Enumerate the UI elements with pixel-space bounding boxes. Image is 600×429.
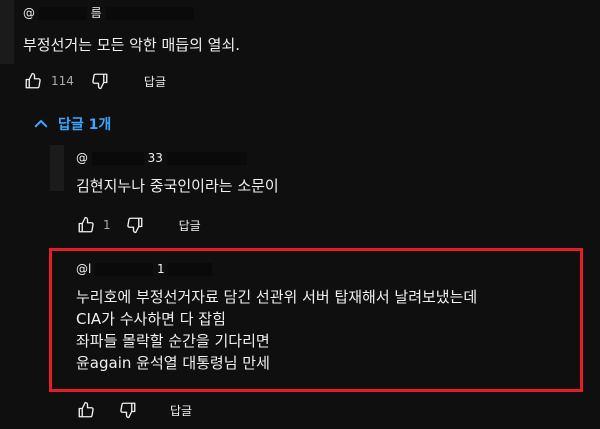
thumbs-down-icon[interactable] xyxy=(125,215,145,235)
thumbs-up-icon[interactable] xyxy=(76,400,96,420)
replies-toggle-label: 답글 1개 xyxy=(58,117,112,133)
reply-author[interactable]: @ 33 xyxy=(76,151,247,165)
author-prefix: @l xyxy=(76,262,92,276)
reply-text: 누리호에 부정선거자료 담긴 선관위 서버 탑재해서 날려보냈는데 CIA가 수… xyxy=(76,286,477,374)
thumbs-down-icon[interactable] xyxy=(118,400,138,420)
reply-actions: 답글 xyxy=(76,400,192,420)
comment-actions: 114 답글 xyxy=(23,71,166,91)
reply-button[interactable]: 답글 xyxy=(179,217,201,234)
reply-text: 김현지누나 중국인이라는 소문이 xyxy=(76,177,279,195)
like-count: 114 xyxy=(51,74,74,88)
reply-line: 누리호에 부정선거자료 담긴 선관위 서버 탑재해서 날려보냈는데 xyxy=(76,288,478,306)
thumbs-down-icon[interactable] xyxy=(90,71,110,91)
chevron-up-icon xyxy=(32,115,50,133)
author-suffix: 1 xyxy=(157,262,165,276)
reply-button[interactable]: 답글 xyxy=(144,73,166,90)
thumbs-up-icon[interactable] xyxy=(23,71,43,91)
avatar[interactable] xyxy=(0,0,14,64)
thumbs-up-icon[interactable] xyxy=(76,215,96,235)
redacted-time xyxy=(166,152,247,165)
reply-line: CIA가 수사하면 다 잡힘 xyxy=(76,310,226,328)
comment-text: 부정선거는 모든 악한 매듭의 열쇠. xyxy=(23,36,241,54)
reply-author[interactable]: @l 1 xyxy=(76,262,213,276)
redacted-time xyxy=(105,7,194,20)
redacted-name xyxy=(38,7,87,20)
like-count: 1 xyxy=(103,218,111,232)
reply-line: 윤again 윤석열 대통령님 만세 xyxy=(76,354,270,372)
reply-actions: 1 답글 xyxy=(76,215,201,235)
replies-toggle[interactable]: 답글 1개 xyxy=(32,114,111,134)
author-prefix: @ xyxy=(76,151,88,165)
reply-line: 좌파들 몰락할 순간을 기다리면 xyxy=(76,332,270,350)
author-suffix: 33 xyxy=(147,151,163,165)
avatar[interactable] xyxy=(50,145,64,191)
comment-author[interactable]: @ 름 xyxy=(23,4,194,21)
redacted-time xyxy=(168,263,213,276)
reply-button[interactable]: 답글 xyxy=(170,402,192,419)
redacted-name xyxy=(91,152,144,165)
redacted-name xyxy=(95,263,154,276)
author-suffix: 름 xyxy=(90,6,102,20)
author-prefix: @ xyxy=(23,6,35,20)
